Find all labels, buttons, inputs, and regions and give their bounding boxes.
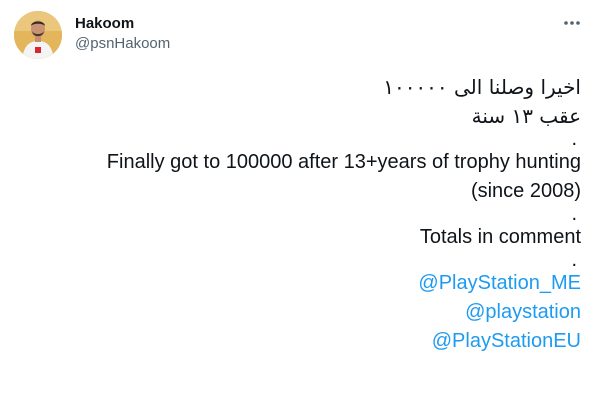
tweet-line: (since 2008) <box>470 180 581 202</box>
avatar[interactable] <box>14 11 62 59</box>
mention-link[interactable]: @playstation <box>11 298 581 327</box>
ellipsis-icon <box>564 21 580 25</box>
tweet-line: عقب ١٣ سنة <box>471 104 581 128</box>
tweet-line: . <box>571 128 577 150</box>
tweet-text: اخيرا وصلنا الى ١٠٠٠٠٠ عقب ١٣ سنة . Fina… <box>11 73 581 356</box>
more-options-button[interactable] <box>559 10 585 36</box>
author-name[interactable]: Hakoom <box>75 14 134 34</box>
tweet-line: . <box>571 249 577 271</box>
avatar-image <box>14 11 62 59</box>
mention-link[interactable]: @PlayStationEU <box>11 327 581 356</box>
author-handle[interactable]: @psnHakoom <box>75 34 170 54</box>
tweet-line: Finally got to 100000 after 13+years of … <box>106 151 581 173</box>
tweet-card[interactable]: Hakoom @psnHakoom اخيرا وصلنا الى ١٠٠٠٠٠… <box>0 0 599 417</box>
tweet-line: . <box>571 203 577 225</box>
tweet-line: Totals in comment <box>419 226 581 248</box>
mention-link[interactable]: @PlayStation_ME <box>11 269 581 298</box>
tweet-line: اخيرا وصلنا الى ١٠٠٠٠٠ <box>383 75 581 99</box>
